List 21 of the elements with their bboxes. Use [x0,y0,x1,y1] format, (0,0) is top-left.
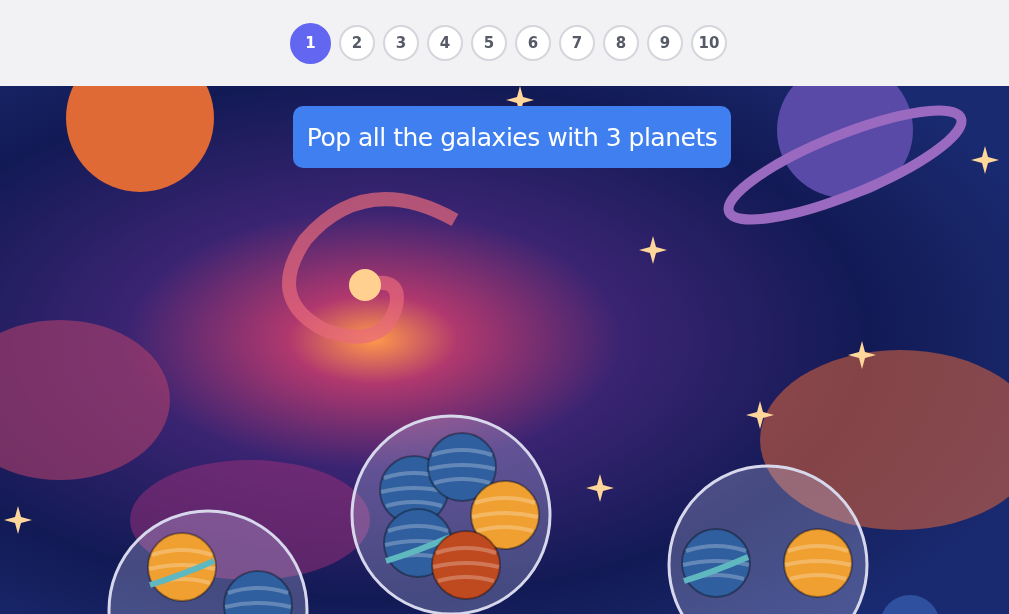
level-button[interactable]: 4 [427,25,463,61]
level-button[interactable]: 8 [603,25,639,61]
star-icon [4,506,32,534]
star-icon [971,146,999,174]
planet-icon [880,595,940,614]
galaxy-bubble[interactable] [107,509,309,614]
star-icon [639,236,667,264]
star-icon [746,401,774,429]
level-button[interactable]: 2 [339,25,375,61]
star-icon [586,474,614,502]
level-button[interactable]: 10 [691,25,727,61]
level-button[interactable]: 1 [290,22,331,64]
level-button[interactable]: 7 [559,25,595,61]
galaxy-bubble[interactable] [350,414,552,614]
level-button[interactable]: 3 [383,25,419,61]
task-prompt: Pop all the galaxies with 3 planets [293,106,731,168]
level-button[interactable]: 9 [647,25,683,61]
level-button[interactable]: 5 [471,25,507,61]
star-icon [848,341,876,369]
level-button[interactable]: 6 [515,25,551,61]
galaxy-bubble[interactable] [667,464,869,614]
